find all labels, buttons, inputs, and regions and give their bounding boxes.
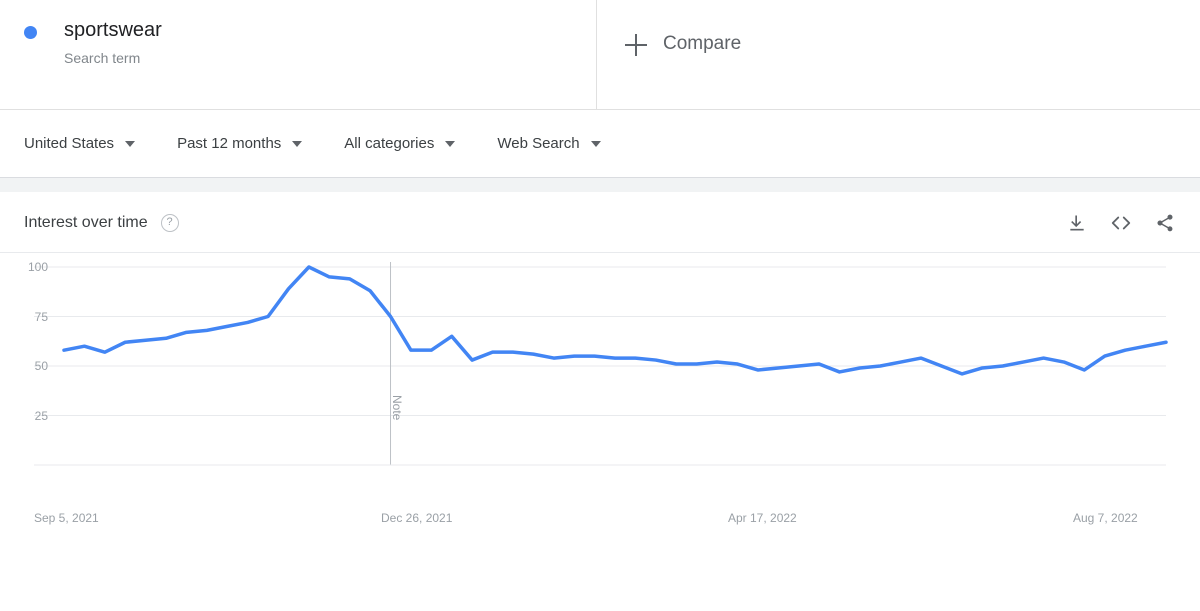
- search-type-filter[interactable]: Web Search: [497, 134, 601, 154]
- trends-line-chart: [34, 262, 1168, 466]
- series-color-dot: [24, 26, 37, 39]
- card-header: Interest over time ?: [0, 193, 1200, 253]
- category-filter[interactable]: All categories: [344, 134, 456, 154]
- time-range-filter-label: Past 12 months: [177, 134, 282, 152]
- y-tick-label: 50: [34, 359, 48, 373]
- y-tick-label: 25: [34, 408, 48, 423]
- chevron-down-icon: [125, 140, 136, 147]
- search-term-text: sportswear Search term: [64, 17, 162, 67]
- chevron-down-icon: [590, 140, 601, 147]
- search-term-type: Search term: [64, 50, 141, 66]
- card-actions: [1066, 212, 1176, 234]
- interest-over-time-card: Interest over time ? 100 75 50 25 Sep 5,…: [0, 192, 1200, 611]
- region-filter[interactable]: United States: [24, 134, 136, 154]
- chart-plot-area[interactable]: 100 75 50 25 Sep 5, 2021 Dec 26, 2021 Ap…: [0, 253, 1200, 611]
- search-term-name: sportswear: [64, 19, 162, 41]
- chevron-down-icon: [292, 140, 303, 147]
- x-tick-label: Dec 26, 2021: [381, 511, 453, 525]
- search-term-card[interactable]: sportswear Search term: [0, 0, 597, 110]
- share-icon[interactable]: [1154, 212, 1176, 234]
- question-mark-icon[interactable]: ?: [160, 213, 179, 232]
- note-annotation-label: Note: [389, 395, 404, 421]
- region-filter-label: United States: [24, 134, 115, 152]
- x-tick-label: Sep 5, 2021: [34, 511, 99, 525]
- section-divider: [0, 178, 1200, 192]
- chevron-down-icon: [445, 140, 456, 147]
- x-tick-label: Apr 17, 2022: [728, 511, 797, 525]
- download-csv-icon[interactable]: [1066, 212, 1088, 234]
- compare-label: Compare: [663, 33, 742, 54]
- filter-bar: United States Past 12 months All categor…: [0, 110, 1200, 178]
- category-filter-label: All categories: [344, 134, 435, 152]
- time-range-filter[interactable]: Past 12 months: [177, 134, 303, 154]
- search-type-filter-label: Web Search: [497, 134, 580, 152]
- plus-icon: [625, 34, 647, 56]
- embed-code-icon[interactable]: [1110, 212, 1132, 234]
- chart-gridlines: [34, 266, 1166, 416]
- x-tick-label: Aug 7, 2022: [1073, 511, 1138, 525]
- y-tick-label: 75: [34, 309, 48, 324]
- y-tick-label: 100: [27, 260, 48, 274]
- series-line-sportswear: [62, 265, 1168, 376]
- card-title: Interest over time: [24, 213, 148, 231]
- search-term-bar: sportswear Search term Compare: [0, 0, 1200, 110]
- add-comparison-button[interactable]: Compare: [597, 0, 1200, 109]
